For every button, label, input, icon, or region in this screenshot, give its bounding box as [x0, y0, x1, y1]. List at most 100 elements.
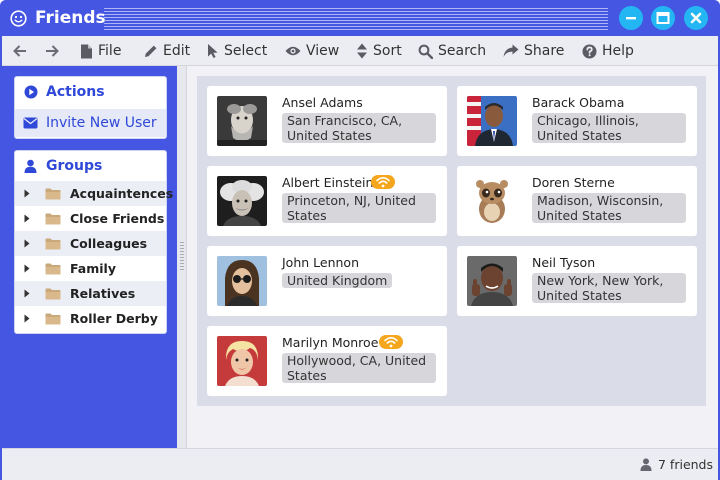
title-bar[interactable]: Friends	[0, 0, 720, 36]
arrow-right-icon	[46, 45, 59, 57]
menu-sort[interactable]: Sort	[356, 42, 402, 60]
pane-splitter[interactable]	[177, 66, 187, 448]
cursor-icon	[208, 44, 218, 58]
group-item-label: Family	[70, 261, 116, 276]
avatar-image	[217, 176, 267, 226]
friend-location: Hollywood, CA, United States	[282, 353, 436, 383]
friend-card[interactable]: Albert Einstein Princeton, NJ, United Sta…	[207, 166, 447, 236]
wifi-icon	[376, 177, 390, 188]
menu-help-label: Help	[602, 43, 634, 59]
folder-icon	[45, 263, 61, 275]
wifi-icon	[384, 337, 398, 348]
expand-arrow-icon[interactable]	[24, 239, 30, 248]
friend-count: 7 friends	[658, 457, 713, 472]
group-item-label: Relatives	[70, 286, 136, 301]
search-icon	[418, 44, 433, 59]
minimize-icon	[626, 17, 636, 20]
splitter-grip[interactable]	[180, 242, 184, 272]
avatar[interactable]	[217, 256, 267, 306]
groups-header[interactable]: Groups	[15, 151, 166, 181]
friend-card[interactable]: Ansel Adams San Francisco, CA, United Sta…	[207, 86, 447, 156]
play-circle-icon	[24, 85, 38, 99]
avatar-image	[467, 176, 517, 226]
avatar-image	[217, 256, 267, 306]
group-item[interactable]: Relatives	[15, 281, 166, 306]
actions-panel: Actions Invite New User	[14, 76, 167, 139]
avatar-image	[467, 96, 517, 146]
menu-help[interactable]: Help	[582, 42, 634, 60]
friend-location: Chicago, Illinois, United States	[532, 113, 686, 143]
folder-icon	[45, 213, 61, 225]
person-icon	[640, 458, 652, 471]
avatar[interactable]	[467, 176, 517, 226]
groups-panel: Groups Acquaintences Close Friends Colleag…	[14, 150, 173, 334]
avatar[interactable]	[217, 176, 267, 226]
group-item[interactable]: Roller Derby	[15, 306, 166, 331]
friend-location: New York, New York, United States	[532, 273, 686, 303]
menu-share[interactable]: Share	[503, 42, 564, 60]
friend-card[interactable]: Barack Obama Chicago, Illinois, United St…	[457, 86, 697, 156]
folder-icon	[45, 288, 61, 300]
expand-arrow-icon[interactable]	[24, 189, 30, 198]
menu-view[interactable]: View	[285, 42, 339, 60]
group-item[interactable]: Colleagues	[15, 231, 166, 256]
friend-card[interactable]: Doren Sterne Madison, Wisconsin, United S…	[457, 166, 697, 236]
expand-arrow-icon[interactable]	[24, 264, 30, 273]
status-bar: 7 friends	[2, 448, 718, 480]
title-bar-grip[interactable]	[104, 8, 608, 30]
group-item[interactable]: Acquaintences	[15, 181, 173, 206]
friend-cards-area: Ansel Adams San Francisco, CA, United Sta…	[197, 76, 706, 406]
friend-location: Madison, Wisconsin, United States	[532, 193, 686, 223]
forward-button[interactable]	[43, 42, 61, 60]
friend-name: Marilyn Monroe	[282, 335, 379, 350]
groups-header-label: Groups	[46, 158, 103, 174]
friend-name: Albert Einstein	[282, 175, 374, 190]
minimize-button[interactable]	[619, 6, 643, 30]
group-item-label: Colleagues	[70, 236, 148, 251]
actions-header[interactable]: Actions	[15, 77, 166, 107]
eye-icon	[285, 46, 301, 56]
back-button[interactable]	[11, 42, 29, 60]
menu-edit[interactable]: Edit	[144, 42, 190, 60]
avatar[interactable]	[217, 336, 267, 386]
user-icon	[24, 159, 37, 173]
help-icon	[582, 44, 597, 58]
menu-search-label: Search	[438, 43, 487, 59]
menu-file[interactable]: File	[80, 42, 121, 60]
window-title: Friends	[35, 8, 106, 28]
folder-icon	[45, 238, 61, 250]
friend-name: Barack Obama	[532, 95, 625, 110]
smiley-icon	[10, 10, 27, 27]
group-item-label: Close Friends	[70, 211, 165, 226]
folder-icon	[45, 313, 61, 325]
invite-new-user-item[interactable]: Invite New User	[15, 109, 166, 137]
friends-window: Friends File Edit Select View Sort Searc…	[0, 0, 720, 480]
friend-card[interactable]: Marilyn Monroe Hollywood, CA, United Stat…	[207, 326, 447, 396]
maximize-icon	[656, 12, 670, 24]
folder-icon	[45, 188, 61, 200]
expand-arrow-icon[interactable]	[24, 289, 30, 298]
avatar[interactable]	[467, 96, 517, 146]
friend-name: Ansel Adams	[282, 95, 363, 110]
close-button[interactable]	[684, 6, 708, 30]
friend-location: Princeton, NJ, United States	[282, 193, 436, 223]
group-item-label: Acquaintences	[70, 186, 174, 201]
expand-arrow-icon[interactable]	[24, 314, 30, 323]
file-icon	[81, 44, 92, 58]
friend-card[interactable]: Neil Tyson New York, New York, United Sta…	[457, 246, 697, 316]
friend-card[interactable]: John Lennon United Kingdom	[207, 246, 447, 316]
actions-header-label: Actions	[46, 84, 105, 100]
group-item[interactable]: Family	[15, 256, 166, 281]
maximize-button[interactable]	[651, 6, 675, 30]
avatar-image	[217, 336, 267, 386]
online-badge	[371, 175, 395, 189]
avatar[interactable]	[217, 96, 267, 146]
group-item[interactable]: Close Friends	[15, 206, 166, 231]
sort-icon	[357, 43, 367, 59]
avatar[interactable]	[467, 256, 517, 306]
menu-search[interactable]: Search	[418, 42, 486, 60]
sidebar: Actions Invite New User Groups Acquainte…	[2, 66, 177, 448]
expand-arrow-icon[interactable]	[24, 214, 30, 223]
menu-select[interactable]: Select	[207, 42, 267, 60]
share-icon	[503, 44, 519, 57]
